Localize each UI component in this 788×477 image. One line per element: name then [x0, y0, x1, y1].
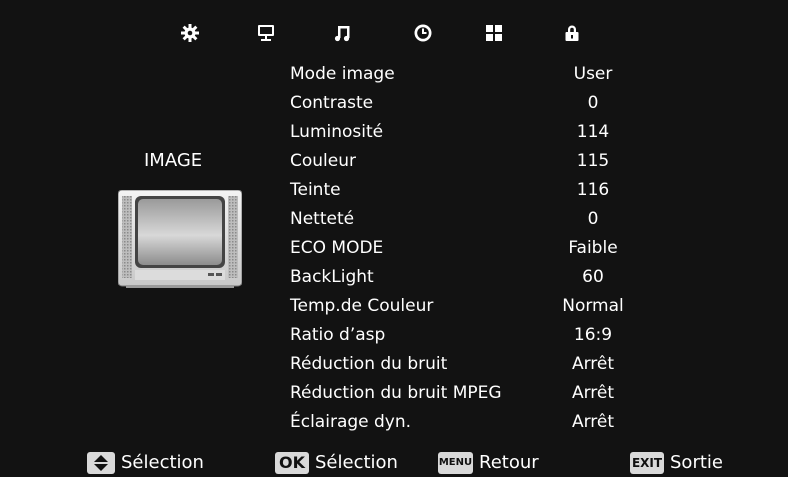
menu-item-value: Normal — [562, 296, 624, 316]
menu-item-value: 60 — [582, 267, 604, 287]
hint-navigate: Sélection — [87, 448, 204, 477]
menu-item-label: Ratio d’asp — [290, 325, 386, 345]
menu-item-value: 115 — [576, 151, 610, 171]
menu-item[interactable]: Netteté 0 — [288, 207, 668, 236]
menu-item-label: Couleur — [290, 151, 356, 171]
menu-item-label: Mode image — [290, 64, 395, 84]
clock-icon[interactable] — [410, 20, 436, 46]
menu-item[interactable]: Couleur 115 — [288, 149, 668, 178]
menu-item[interactable]: Luminosité 114 — [288, 120, 668, 149]
menu-key: MENU — [438, 451, 473, 474]
up-down-arrow-icon — [87, 451, 115, 474]
menu-item-value: Faible — [568, 238, 618, 258]
menu-item-label: Réduction du bruit MPEG — [290, 383, 502, 403]
menu-item[interactable]: Teinte 116 — [288, 178, 668, 207]
section-title: IMAGE — [144, 150, 203, 171]
hint-navigate-text: Sélection — [121, 452, 204, 473]
menu-item-value: 16:9 — [573, 325, 613, 345]
music-note-icon[interactable] — [330, 20, 356, 46]
menu-item-label: Réduction du bruit — [290, 354, 448, 374]
menu-item-value: Arrêt — [571, 412, 615, 432]
exit-key: EXIT — [630, 451, 664, 474]
menu-item[interactable]: BackLight 60 — [288, 265, 668, 294]
lock-icon[interactable] — [559, 20, 585, 46]
hint-menu: MENU Retour — [438, 448, 539, 477]
tv-osd-screen: IMAGE Mode image User Contraste 0 Lumino… — [0, 0, 788, 477]
tv-illustration-icon — [117, 189, 243, 288]
menu-item-value: 0 — [587, 93, 599, 113]
menu-item-value: User — [573, 64, 613, 84]
menu-item-value: 116 — [576, 180, 610, 200]
hint-ok: OK Sélection — [275, 448, 398, 477]
menu-item-label: Teinte — [290, 180, 341, 200]
menu-item-label: BackLight — [290, 267, 374, 287]
hint-menu-text: Retour — [479, 452, 539, 473]
hint-ok-text: Sélection — [315, 452, 398, 473]
menu-item-label: ECO MODE — [290, 238, 384, 258]
settings-gear-icon[interactable] — [177, 20, 203, 46]
hint-bar: Sélection OK Sélection MENU Retour EXIT … — [0, 448, 788, 477]
menu-item[interactable]: Éclairage dyn. Arrêt — [288, 410, 668, 439]
menu-item-value: Arrêt — [571, 383, 615, 403]
menu-item[interactable]: Mode image User — [288, 62, 668, 91]
menu-item-label: Temp.de Couleur — [290, 296, 434, 316]
menu-item[interactable]: Temp.de Couleur Normal — [288, 294, 668, 323]
hint-exit: EXIT Sortie — [630, 448, 723, 477]
menu-item-label: Luminosité — [290, 122, 384, 142]
ok-key: OK — [275, 451, 309, 474]
menu-item-label: Netteté — [290, 209, 355, 229]
grid-icon[interactable] — [481, 20, 507, 46]
menu-item[interactable]: Réduction du bruit MPEG Arrêt — [288, 381, 668, 410]
menu-item[interactable]: Contraste 0 — [288, 91, 668, 120]
menu-item[interactable]: Réduction du bruit Arrêt — [288, 352, 668, 381]
menu-item-value: 0 — [587, 209, 599, 229]
menu-item[interactable]: ECO MODE Faible — [288, 236, 668, 265]
menu-item[interactable]: Ratio d’asp 16:9 — [288, 323, 668, 352]
category-icon-bar — [0, 20, 788, 46]
monitor-icon[interactable] — [253, 20, 279, 46]
hint-exit-text: Sortie — [670, 452, 723, 473]
menu-item-value: Arrêt — [571, 354, 615, 374]
menu-item-label: Contraste — [290, 93, 374, 113]
menu-item-label: Éclairage dyn. — [290, 412, 412, 432]
menu-item-value: 114 — [576, 122, 610, 142]
